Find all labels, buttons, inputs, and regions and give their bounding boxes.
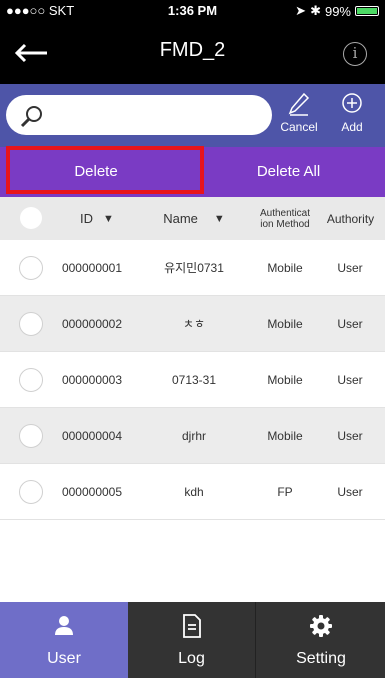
tab-log[interactable]: Log bbox=[128, 602, 256, 678]
table-header: ID ▼ Name ▼ Authenticat ion Method Autho… bbox=[0, 197, 385, 240]
row-id: 000000004 bbox=[61, 429, 123, 443]
name-column-header[interactable]: Name ▼ bbox=[138, 197, 250, 240]
row-id: 000000001 bbox=[61, 261, 123, 275]
table-row[interactable]: 000000002 ㅊㅎ Mobile User bbox=[0, 296, 385, 352]
search-input[interactable] bbox=[6, 95, 272, 135]
document-icon bbox=[128, 614, 255, 638]
row-name: kdh bbox=[184, 485, 204, 499]
plus-circle-icon bbox=[328, 92, 376, 120]
tab-log-label: Log bbox=[178, 650, 205, 667]
pencil-icon bbox=[275, 92, 323, 120]
row-radio[interactable] bbox=[19, 424, 43, 448]
row-id: 000000003 bbox=[61, 373, 123, 387]
search-icon bbox=[20, 106, 42, 128]
status-right: ➤ ✱ 99% bbox=[295, 3, 379, 19]
cancel-label: Cancel bbox=[280, 120, 318, 134]
sort-down-icon: ▼ bbox=[213, 212, 225, 225]
row-name: djrhr bbox=[181, 429, 206, 443]
row-name: 0713-31 bbox=[171, 373, 217, 387]
row-authority: User bbox=[337, 485, 363, 499]
row-radio[interactable] bbox=[19, 368, 43, 392]
row-auth-method: Mobile bbox=[267, 429, 303, 443]
highlight-box bbox=[6, 146, 204, 194]
battery-icon bbox=[355, 6, 379, 16]
table-row[interactable]: 000000001 유지민0731 Mobile User bbox=[0, 240, 385, 296]
row-auth-method: Mobile bbox=[267, 261, 303, 275]
info-icon[interactable]: i bbox=[343, 42, 367, 66]
status-bar: ●●●○○ SKT 1:36 PM ➤ ✱ 99% bbox=[0, 0, 385, 22]
table-row[interactable]: 000000003 0713-31 Mobile User bbox=[0, 352, 385, 408]
location-icon: ➤ bbox=[295, 3, 307, 18]
row-id: 000000002 bbox=[61, 317, 123, 331]
row-radio[interactable] bbox=[19, 256, 43, 280]
id-header-label: ID bbox=[80, 211, 94, 226]
table-row[interactable]: 000000005 kdh FP User bbox=[0, 464, 385, 520]
delete-all-button[interactable]: Delete All bbox=[192, 147, 385, 197]
nav-bar: FMD_2 i bbox=[0, 22, 385, 84]
tab-user-label: User bbox=[47, 650, 81, 667]
row-name: ㅊㅎ bbox=[182, 317, 206, 331]
page-title: FMD_2 bbox=[159, 39, 226, 61]
row-name: 유지민0731 bbox=[164, 261, 224, 275]
row-authority: User bbox=[337, 317, 363, 331]
id-column-header[interactable]: ID ▼ bbox=[56, 197, 138, 240]
row-id: 000000005 bbox=[61, 485, 123, 499]
name-header-label: Name bbox=[163, 211, 198, 226]
gear-icon bbox=[257, 614, 385, 638]
auth-method-column-header: Authenticat ion Method bbox=[259, 207, 311, 230]
row-authority: User bbox=[337, 261, 363, 275]
row-authority: User bbox=[337, 429, 363, 443]
add-button[interactable]: Add bbox=[328, 92, 376, 134]
person-icon bbox=[0, 614, 128, 638]
row-authority: User bbox=[337, 373, 363, 387]
tab-user[interactable]: User bbox=[0, 602, 128, 678]
tab-setting-label: Setting bbox=[296, 650, 346, 667]
bluetooth-icon: ✱ bbox=[310, 3, 321, 18]
sort-down-icon: ▼ bbox=[103, 212, 114, 225]
cancel-button[interactable]: Cancel bbox=[275, 92, 323, 134]
table-row[interactable]: 000000004 djrhr Mobile User bbox=[0, 408, 385, 464]
tab-bar: User Log Setting bbox=[0, 602, 385, 678]
tab-setting[interactable]: Setting bbox=[257, 602, 385, 678]
add-label: Add bbox=[341, 120, 363, 134]
row-auth-method: FP bbox=[277, 485, 293, 499]
row-radio[interactable] bbox=[19, 480, 43, 504]
row-auth-method: Mobile bbox=[267, 317, 303, 331]
row-auth-method: Mobile bbox=[267, 373, 303, 387]
row-radio[interactable] bbox=[19, 312, 43, 336]
battery-percent: 99% bbox=[324, 3, 351, 19]
search-bar: Cancel Add bbox=[0, 84, 385, 147]
select-all-radio[interactable] bbox=[20, 207, 42, 229]
authority-column-header: Authority bbox=[326, 211, 375, 226]
